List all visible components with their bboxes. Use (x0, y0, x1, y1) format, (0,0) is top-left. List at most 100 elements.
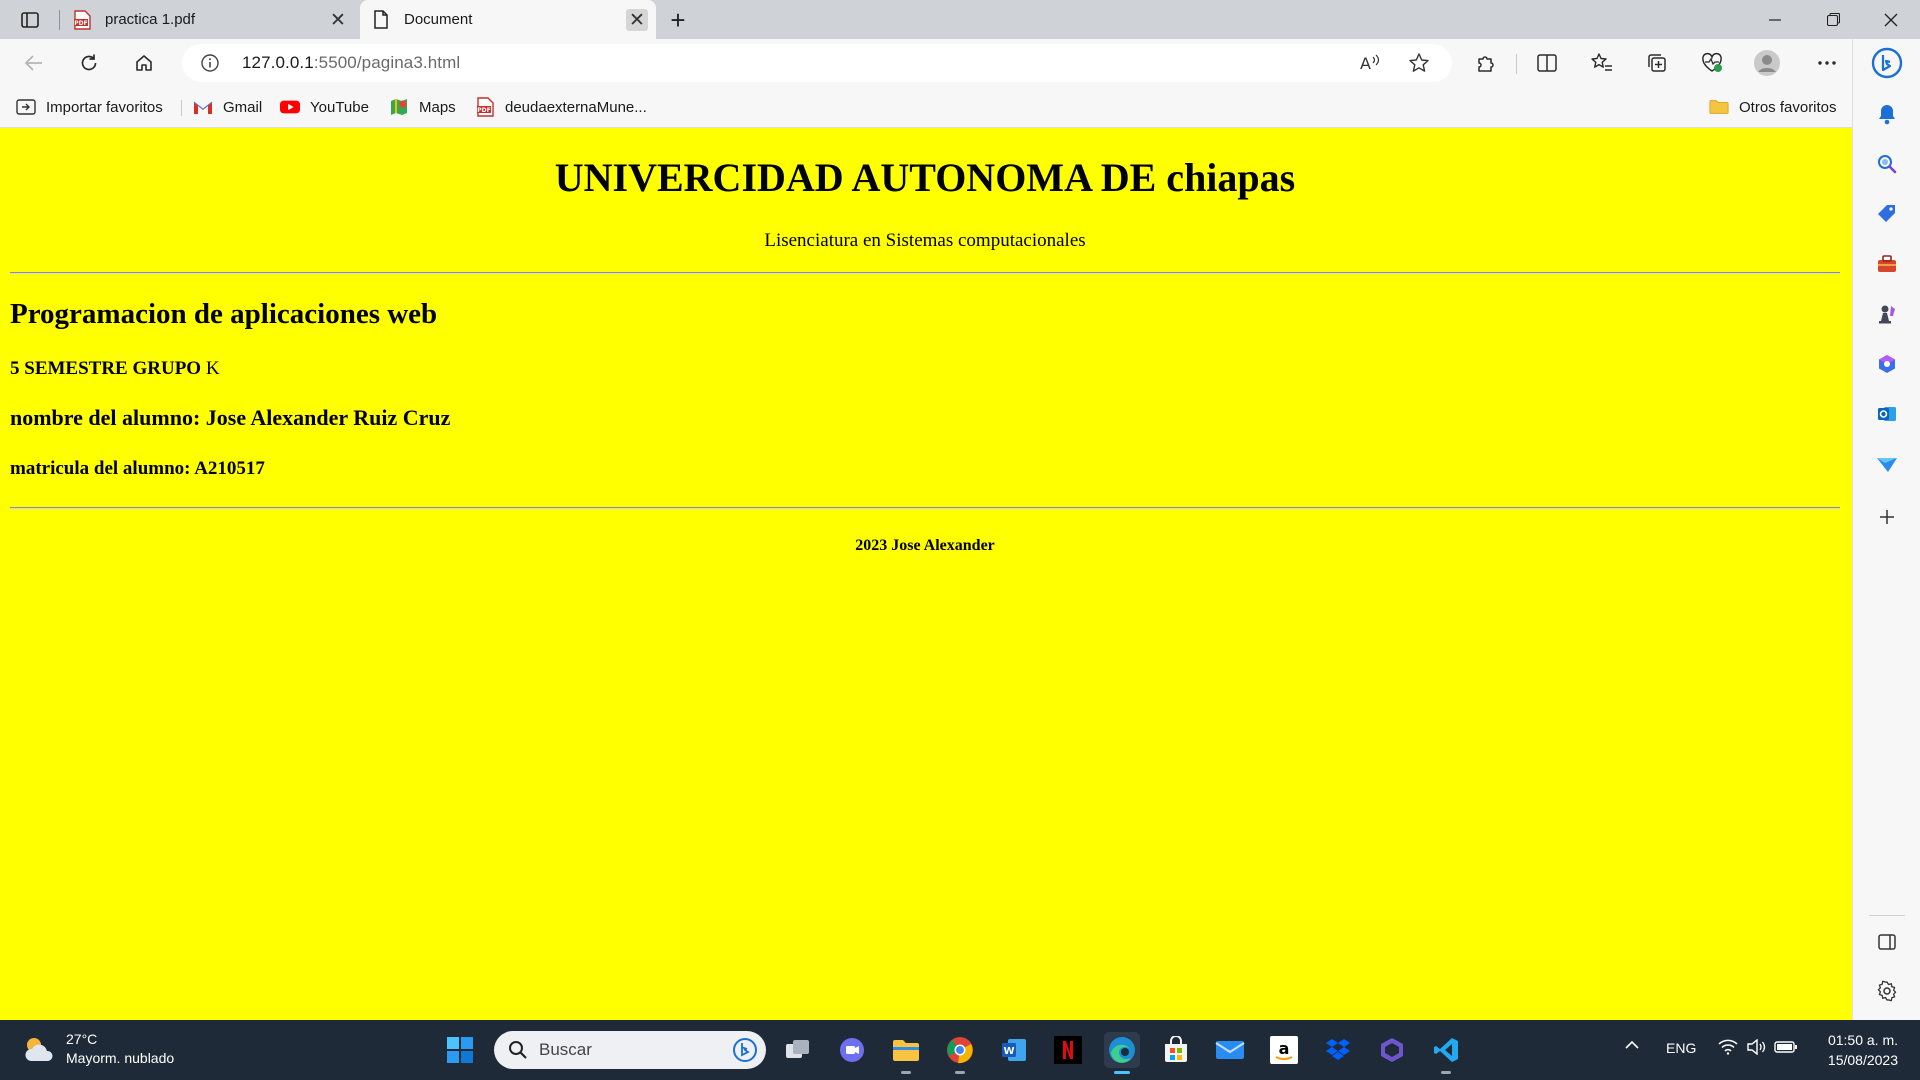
bookmark-maps[interactable]: Maps (389, 96, 456, 118)
info-icon[interactable] (200, 53, 220, 73)
favorites-button[interactable] (1586, 47, 1618, 79)
split-screen-button[interactable] (1531, 47, 1563, 79)
notifications-button[interactable] (1871, 98, 1903, 130)
close-tab-button[interactable]: ✕ (327, 9, 349, 31)
battery-icon[interactable] (1774, 1039, 1798, 1058)
url-text[interactable]: 127.0.0.1:5500/pagina3.html (242, 53, 460, 73)
settings-more-button[interactable] (1811, 47, 1843, 79)
new-tab-button[interactable]: + (664, 5, 692, 35)
chess-piece-icon (1879, 305, 1895, 324)
bing-icon (733, 1038, 757, 1062)
import-icon (16, 97, 36, 117)
favorites-list-icon (1591, 53, 1612, 71)
sidebar-panel-icon (1878, 934, 1896, 950)
tools-button[interactable] (1871, 248, 1903, 280)
svg-text:a: a (1279, 1039, 1290, 1058)
sidebar-settings-button[interactable] (1871, 975, 1903, 1007)
system-clock[interactable]: 01:50 a. m. 15/08/2023 (1810, 1030, 1898, 1070)
collections-button[interactable] (1641, 47, 1673, 79)
folder-icon (893, 1040, 919, 1061)
netflix-icon (1054, 1036, 1082, 1064)
address-bar[interactable]: 127.0.0.1:5500/pagina3.html A (182, 44, 1452, 82)
running-indicator (1114, 1071, 1130, 1074)
weather-widget[interactable]: 27°C Mayorm. nublado (22, 1030, 174, 1068)
weather-temperature: 27°C (66, 1031, 98, 1047)
extensions-button[interactable] (1470, 47, 1502, 79)
word-icon: W (1002, 1039, 1026, 1061)
semester-label: 5 SEMESTRE GRUPO (10, 358, 202, 379)
microsoft-365-button[interactable] (1871, 348, 1903, 380)
restore-button[interactable] (1804, 0, 1862, 39)
home-button[interactable] (128, 47, 160, 79)
bing-copilot-button[interactable] (1871, 47, 1903, 79)
web-page-content: UNIVERCIDAD AUTONOMA DE chiapas Lisencia… (0, 128, 1852, 1020)
outlook-button[interactable] (1871, 398, 1903, 430)
bookmark-label: Otros favoritos (1739, 98, 1837, 116)
profile-button[interactable] (1751, 47, 1783, 79)
volume-icon[interactable] (1746, 1038, 1766, 1058)
bookmark-gmail[interactable]: Gmail (193, 96, 262, 118)
task-view-icon (786, 1040, 809, 1058)
add-sidebar-app-button[interactable] (1871, 501, 1903, 533)
close-window-button[interactable] (1862, 0, 1920, 39)
teams-chat-button[interactable] (834, 1032, 870, 1068)
restore-icon (1826, 13, 1840, 26)
refresh-button[interactable] (73, 47, 105, 79)
drop-button[interactable] (1871, 448, 1903, 480)
back-button[interactable] (18, 47, 50, 79)
file-explorer-button[interactable] (888, 1032, 924, 1074)
maps-icon (389, 97, 409, 117)
shopping-button[interactable] (1871, 198, 1903, 230)
start-button[interactable] (442, 1032, 478, 1068)
chrome-button[interactable] (942, 1032, 978, 1074)
weather-description: Mayorm. nublado (66, 1050, 175, 1066)
task-view-button[interactable] (780, 1032, 816, 1068)
bookmark-youtube[interactable]: YouTube (280, 96, 369, 118)
clock-date: 15/08/2023 (1827, 1052, 1898, 1068)
svg-text:PDF: PDF (477, 107, 490, 114)
wifi-icon[interactable] (1718, 1039, 1738, 1058)
clipchamp-button[interactable] (1374, 1032, 1410, 1068)
amazon-button[interactable]: a (1266, 1032, 1302, 1068)
games-button[interactable] (1871, 298, 1903, 330)
bookmark-deuda-externa[interactable]: PDF deudaexternaMune... (475, 96, 647, 118)
search-icon (1878, 155, 1897, 174)
netflix-button[interactable] (1050, 1032, 1086, 1068)
svg-text:A: A (1360, 54, 1371, 73)
chrome-icon (947, 1037, 973, 1064)
bookmark-import-favorites[interactable]: Importar favoritos (16, 96, 163, 118)
tab-practica-pdf[interactable]: PDF practica 1.pdf ✕ (60, 0, 357, 39)
folder-icon (1709, 97, 1729, 117)
mail-button[interactable] (1212, 1032, 1248, 1068)
avatar-icon (1754, 50, 1780, 76)
store-icon (1165, 1036, 1187, 1062)
read-aloud-icon[interactable]: A (1359, 52, 1381, 74)
youtube-icon (280, 97, 300, 117)
word-button[interactable]: W (996, 1032, 1032, 1068)
windows-taskbar: 27°C Mayorm. nublado Buscar W a ENG 01:5… (0, 1020, 1920, 1080)
dropbox-button[interactable] (1320, 1032, 1356, 1068)
arrow-left-icon (24, 55, 42, 71)
bookmark-label: YouTube (310, 98, 369, 116)
language-indicator[interactable]: ENG (1666, 1040, 1696, 1056)
gear-icon (1877, 980, 1897, 1002)
chat-icon (840, 1038, 864, 1062)
close-tab-button[interactable]: ✕ (626, 9, 648, 31)
tab-document[interactable]: Document ✕ (360, 0, 656, 39)
group-label: K (201, 358, 220, 379)
show-hidden-icons-button[interactable] (1624, 1038, 1640, 1054)
minimize-button[interactable] (1746, 0, 1804, 39)
tab-actions-button[interactable] (14, 7, 46, 33)
toolbox-icon (1878, 255, 1896, 272)
vscode-button[interactable] (1428, 1032, 1464, 1074)
minimize-icon (1769, 18, 1781, 21)
taskbar-search[interactable]: Buscar (494, 1031, 766, 1069)
hide-sidebar-button[interactable] (1871, 926, 1903, 958)
search-sidebar-button[interactable] (1871, 148, 1903, 180)
microsoft-store-button[interactable] (1158, 1032, 1194, 1068)
star-icon[interactable] (1408, 52, 1430, 74)
bookmark-label: deudaexternaMune... (505, 98, 647, 116)
browser-essentials-button[interactable] (1696, 47, 1728, 79)
edge-button[interactable] (1104, 1032, 1140, 1074)
other-favorites-folder[interactable]: Otros favoritos (1709, 96, 1837, 118)
